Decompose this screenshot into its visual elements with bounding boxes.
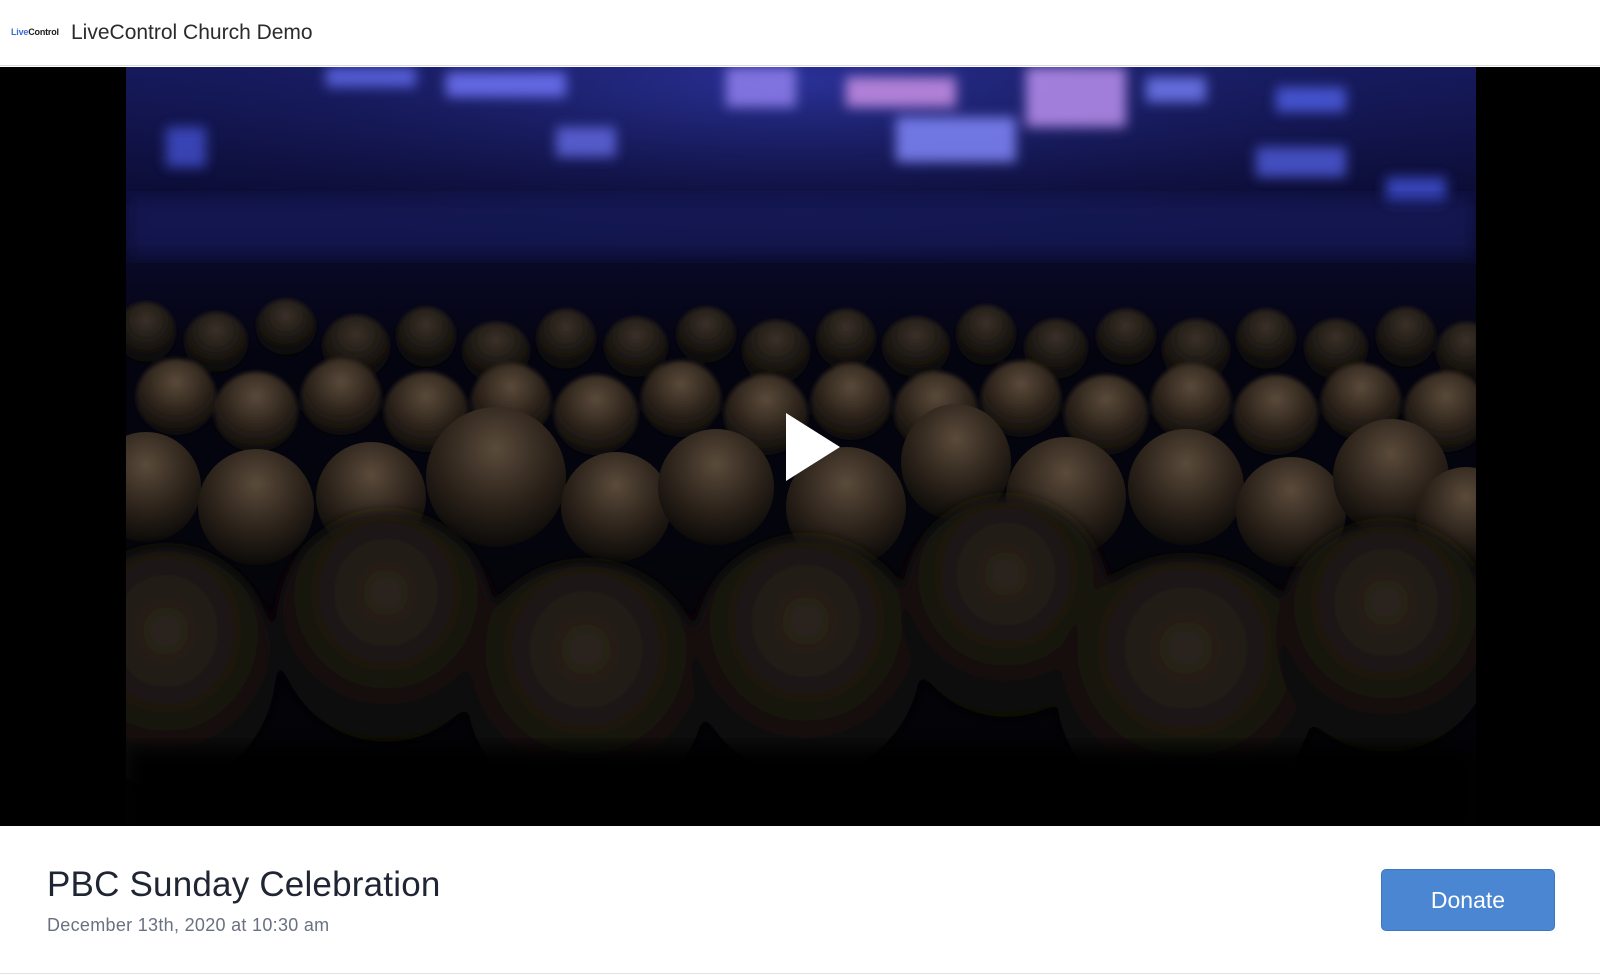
donate-button[interactable]: Donate	[1381, 869, 1555, 931]
site-title: LiveControl Church Demo	[71, 21, 313, 44]
event-date: December 13th, 2020 at 10:30 am	[47, 915, 330, 935]
top-navigation-bar: LiveControl LiveControl Church Demo	[0, 0, 1600, 66]
logo-text-control: Control	[28, 27, 59, 37]
event-info-bar: PBC Sunday Celebration December 13th, 20…	[0, 826, 1600, 974]
play-icon	[786, 413, 840, 481]
event-title: PBC Sunday Celebration	[47, 865, 441, 904]
livecontrol-logo[interactable]: LiveControl	[11, 26, 59, 38]
play-button[interactable]	[782, 409, 846, 489]
video-player[interactable]	[0, 67, 1600, 826]
logo-text-live: Live	[11, 27, 29, 37]
